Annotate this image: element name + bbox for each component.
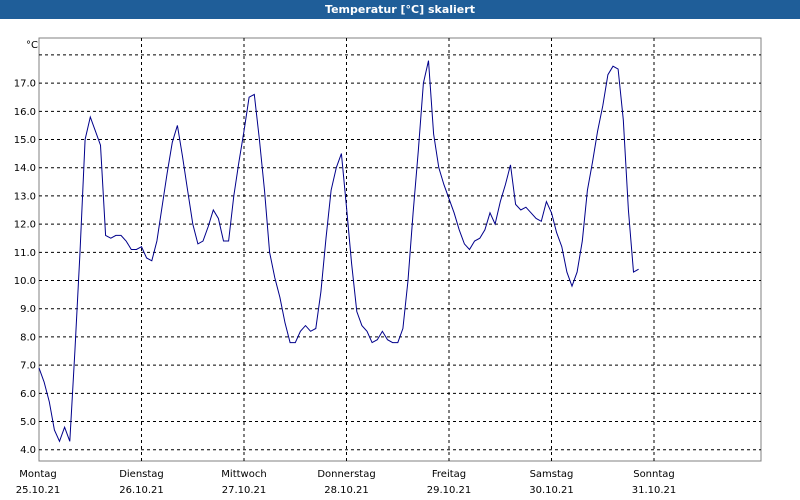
y-axis-unit-label: °C — [26, 40, 38, 51]
y-tick-label: 15.0 — [14, 135, 36, 146]
y-tick-label: 16.0 — [14, 107, 36, 118]
x-tick-weekday: Sonntag — [633, 469, 675, 480]
x-tick-weekday: Donnerstag — [317, 469, 375, 480]
y-tick-label: 4.0 — [20, 445, 36, 456]
y-tick-label: 14.0 — [14, 163, 36, 174]
x-tick-date: 31.10.21 — [632, 485, 677, 496]
y-tick-label: 10.0 — [14, 276, 36, 287]
y-axis-ticks: 4.0 5.0 6.0 7.0 8.0 9.0 10.0 11.0 12.0 13.0 14.0 15… — [14, 79, 36, 457]
y-tick-label: 6.0 — [20, 389, 36, 400]
y-tick-label: 7.0 — [20, 361, 36, 372]
x-tick-weekday: Freitag — [432, 469, 466, 480]
y-tick-label: 12.0 — [14, 220, 36, 231]
chart-window: Temperatur [°C] skaliert 4.0 5.0 6.0 7.0 8.0… — [0, 0, 800, 500]
y-tick-label: 17.0 — [14, 79, 36, 90]
x-tick-date: 26.10.21 — [119, 485, 164, 496]
x-tick-date: 28.10.21 — [324, 485, 369, 496]
x-tick-weekday: Mittwoch — [221, 469, 266, 480]
x-tick-weekday: Samstag — [530, 469, 574, 480]
temperature-chart: 4.0 5.0 6.0 7.0 8.0 9.0 10.0 11.0 12.0 13.0 14.0 15… — [14, 37, 762, 496]
y-tick-label: 9.0 — [20, 304, 36, 315]
plot-area — [38, 37, 762, 462]
y-tick-label: 5.0 — [20, 417, 36, 428]
x-tick-weekday: Montag — [19, 469, 56, 480]
y-tick-label: 11.0 — [14, 248, 36, 259]
x-tick-date: 27.10.21 — [222, 485, 267, 496]
x-axis-ticks: Montag 25.10.21 Dienstag 26.10.21 Mittwoch 27… — [16, 469, 677, 496]
y-tick-label: 13.0 — [14, 191, 36, 202]
x-tick-weekday: Dienstag — [119, 469, 164, 480]
x-tick-date: 29.10.21 — [427, 485, 472, 496]
y-tick-label: 8.0 — [20, 332, 36, 343]
x-tick-date: 30.10.21 — [529, 485, 574, 496]
x-tick-date: 25.10.21 — [16, 485, 61, 496]
